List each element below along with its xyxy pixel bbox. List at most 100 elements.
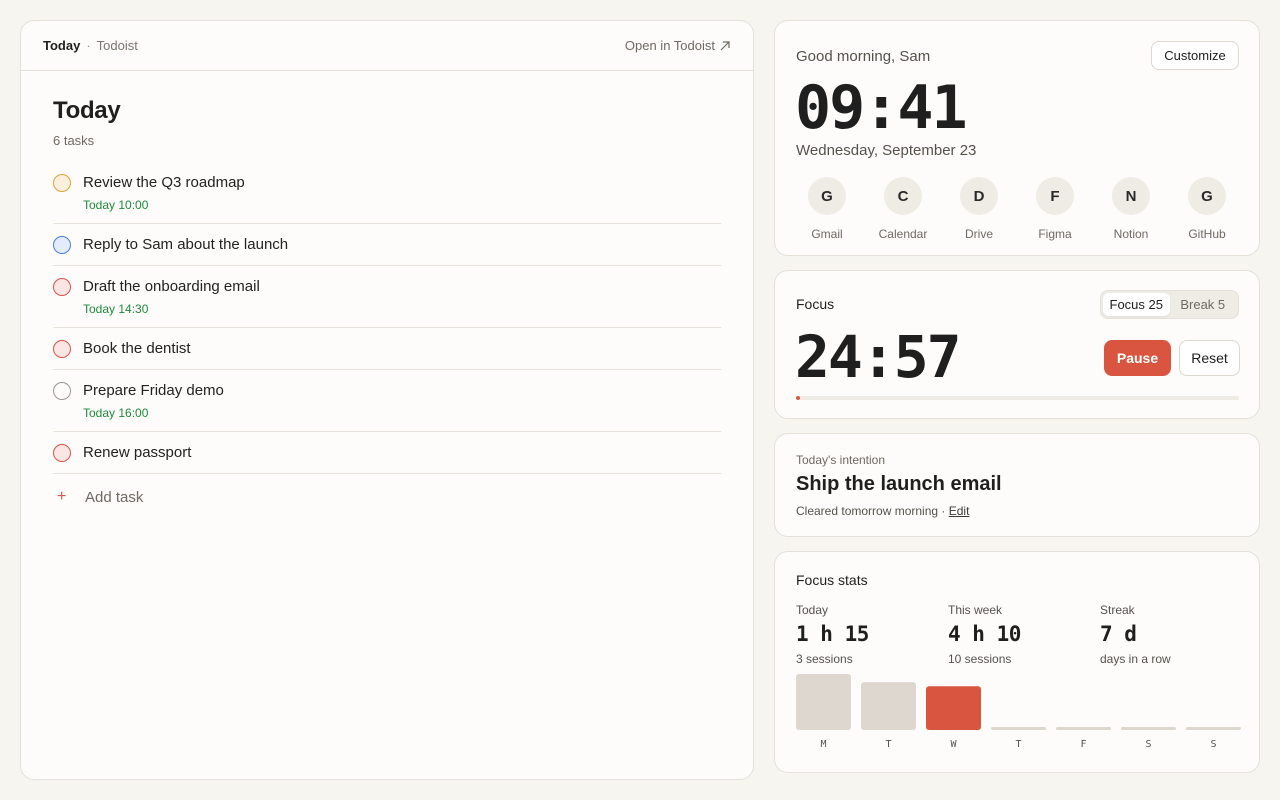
- app-label: GitHub: [1188, 227, 1226, 241]
- greeting: Good morning, Sam: [796, 48, 931, 65]
- chart-day-label: M: [820, 739, 826, 750]
- intention-clear-note: Cleared tomorrow morning: [796, 504, 939, 518]
- task-due-date: Today 10:00: [83, 198, 149, 212]
- chart-bar: [991, 727, 1046, 730]
- stat-today-sub: 3 sessions: [796, 652, 853, 666]
- task-checkbox[interactable]: [53, 236, 71, 254]
- add-task-button[interactable]: + Add task: [53, 474, 721, 506]
- stat-streak-value: 7 d: [1100, 622, 1137, 646]
- app-label: Calendar: [878, 227, 928, 241]
- breadcrumb-separator: ·: [86, 38, 91, 53]
- app-letter-icon: C: [884, 177, 922, 215]
- task-item[interactable]: Draft the onboarding email Today 14:30: [53, 266, 721, 328]
- task-checkbox[interactable]: [53, 444, 71, 462]
- breadcrumb-source[interactable]: Todoist: [97, 38, 138, 53]
- intention-subtext: Cleared tomorrow morning · Edit: [796, 504, 969, 518]
- break-mode-option[interactable]: Break 5: [1170, 293, 1237, 316]
- external-arrow-icon: [720, 40, 730, 50]
- chart-day-label: S: [1145, 739, 1151, 750]
- stats-title: Focus stats: [796, 572, 868, 588]
- task-content: Renew passport: [83, 443, 191, 462]
- open-in-todoist-link[interactable]: Open in Todoist: [625, 38, 731, 53]
- breadcrumb-current: Today: [43, 38, 81, 53]
- intention-separator: ·: [941, 504, 946, 518]
- app-label: Notion: [1113, 227, 1149, 241]
- customize-button[interactable]: Customize: [1151, 41, 1239, 70]
- chart-bar: [796, 674, 851, 730]
- intention-label: Today's intention: [796, 453, 886, 467]
- chart-bar: [926, 686, 981, 730]
- chart-day-label: W: [950, 739, 957, 750]
- task-content: Prepare Friday demo Today 16:00: [83, 381, 224, 420]
- app-label: Gmail: [811, 227, 843, 241]
- chart-day-label: T: [1015, 739, 1021, 750]
- intention-card: Today's intention Ship the launch email …: [774, 433, 1260, 537]
- tasks-panel-header: Today · Todoist Open in Todoist: [21, 21, 753, 71]
- task-due-date: Today 16:00: [83, 406, 149, 420]
- task-count: 6 tasks: [53, 133, 95, 148]
- focus-progress-fill: [796, 396, 800, 400]
- task-checkbox[interactable]: [53, 174, 71, 192]
- weekly-focus-chart: MTWTFSS: [796, 674, 1241, 750]
- open-in-todoist-label: Open in Todoist: [624, 38, 715, 53]
- app-shortcut-gmail[interactable]: G Gmail: [796, 177, 858, 241]
- plus-icon: +: [57, 488, 67, 505]
- task-content: Book the dentist: [83, 339, 191, 358]
- task-item[interactable]: Prepare Friday demo Today 16:00: [53, 370, 721, 432]
- stat-today-value: 1 h 15: [796, 622, 869, 646]
- app-letter-icon: N: [1112, 177, 1150, 215]
- task-title: Book the dentist: [83, 340, 191, 357]
- focus-mode-option[interactable]: Focus 25: [1103, 293, 1170, 316]
- chart-day-label: F: [1080, 739, 1086, 750]
- task-item[interactable]: Review the Q3 roadmap Today 10:00: [53, 162, 721, 224]
- task-due-date: Today 14:30: [83, 302, 149, 316]
- task-content: Reply to Sam about the launch: [83, 235, 288, 254]
- app-shortcut-figma[interactable]: F Figma: [1024, 177, 1086, 241]
- stat-week-sub: 10 sessions: [948, 652, 1012, 666]
- stat-streak: Streak 7 d days in a row: [1100, 603, 1171, 666]
- app-shortcut-notion[interactable]: N Notion: [1100, 177, 1162, 241]
- app-shortcut-calendar[interactable]: C Calendar: [872, 177, 934, 241]
- task-checkbox[interactable]: [53, 340, 71, 358]
- stat-streak-label: Streak: [1100, 603, 1135, 617]
- chart-bar: [1121, 727, 1176, 730]
- app-shortcuts: G Gmail C Calendar D Drive F Figma N Notion G GitHu…: [796, 177, 1238, 241]
- edit-intention-link[interactable]: Edit: [949, 504, 970, 518]
- intention-text: Ship the launch email: [796, 473, 1002, 495]
- focus-title: Focus: [796, 296, 835, 312]
- pause-button[interactable]: Pause: [1104, 340, 1171, 376]
- app-label: Drive: [964, 227, 993, 241]
- stat-today-label: Today: [796, 603, 829, 617]
- breadcrumb: Today · Todoist: [43, 38, 138, 53]
- app-letter-icon: G: [808, 177, 846, 215]
- stat-streak-sub: days in a row: [1100, 652, 1171, 666]
- task-title: Renew passport: [83, 444, 192, 461]
- task-title: Prepare Friday demo: [83, 382, 224, 399]
- focus-mode-toggle: Focus 25 Break 5: [1100, 290, 1239, 319]
- focus-progress-bar: [796, 396, 1239, 400]
- app-shortcut-github[interactable]: G GitHub: [1176, 177, 1238, 241]
- reset-button[interactable]: Reset: [1179, 340, 1240, 376]
- focus-countdown: 24:57: [795, 323, 962, 391]
- focus-stats-card: Focus stats Today 1 h 15 3 sessions This…: [774, 551, 1260, 773]
- task-title: Reply to Sam about the launch: [83, 236, 289, 253]
- task-item[interactable]: Renew passport: [53, 432, 721, 474]
- app-letter-icon: F: [1036, 177, 1074, 215]
- task-list: Review the Q3 roadmap Today 10:00 Reply to…: [53, 162, 721, 474]
- app-label: Figma: [1038, 227, 1072, 241]
- task-checkbox[interactable]: [53, 382, 71, 400]
- add-task-label: Add task: [85, 488, 144, 506]
- tasks-panel: Today · Todoist Open in Todoist Today 6 …: [20, 20, 754, 780]
- task-title: Review the Q3 roadmap: [83, 174, 245, 191]
- task-title: Draft the onboarding email: [83, 278, 260, 295]
- clock-time: 09:41: [795, 73, 968, 143]
- task-item[interactable]: Book the dentist: [53, 328, 721, 370]
- app-shortcut-drive[interactable]: D Drive: [948, 177, 1010, 241]
- task-content: Review the Q3 roadmap Today 10:00: [83, 173, 245, 212]
- task-checkbox[interactable]: [53, 278, 71, 296]
- chart-bar: [1186, 727, 1241, 730]
- stat-today: Today 1 h 15 3 sessions: [796, 603, 869, 666]
- date-label: Wednesday, September 23: [796, 142, 977, 159]
- task-item[interactable]: Reply to Sam about the launch: [53, 224, 721, 266]
- page-title: Today: [53, 97, 121, 124]
